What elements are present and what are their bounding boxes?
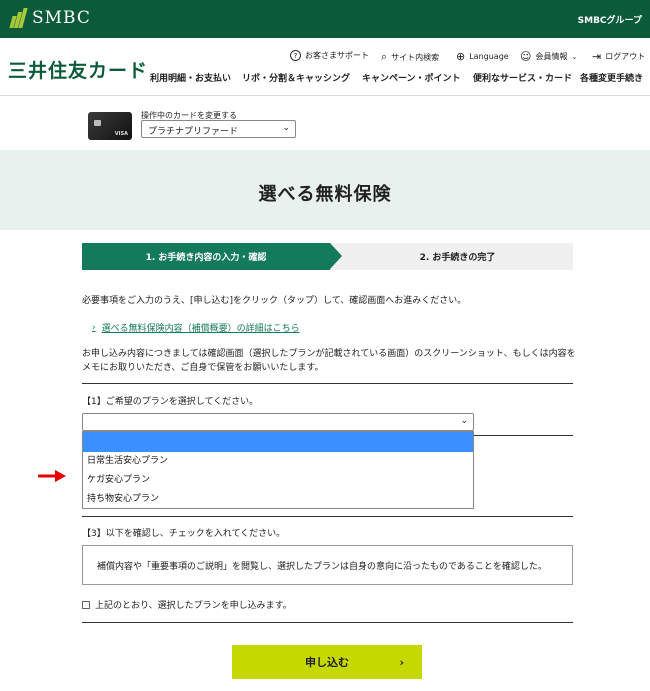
submit-button[interactable]: 申し込む › bbox=[232, 645, 422, 679]
intro-instruction: 必要事項をご入力のうえ、[申し込む]をクリック（タップ）して、確認画面へお進みく… bbox=[82, 296, 467, 306]
language-label: Language bbox=[469, 52, 509, 61]
card-select[interactable]: プラチナプリファード ⌄ bbox=[141, 120, 296, 138]
user-icon: ☺ bbox=[520, 50, 532, 63]
nav-revolving[interactable]: リボ・分割＆キャッシング bbox=[242, 71, 350, 84]
smbc-logo-text: SMBC bbox=[32, 8, 91, 28]
confirmation-box: 補償内容や「重要事項のご説明」を閲覧し、選択したプランは自身の意向に沿ったもので… bbox=[82, 545, 573, 585]
red-arrow-icon bbox=[38, 470, 66, 482]
step-1-active: 1. お手続き内容の入力・確認 bbox=[82, 243, 330, 270]
card-select-value: プラチナプリファード bbox=[148, 127, 239, 137]
section3-label: 【3】以下を確認し、チェックを入れてください。 bbox=[82, 529, 286, 539]
member-info-link[interactable]: ☺ 会員情報 ⌄ bbox=[520, 50, 577, 63]
step-arrow-icon bbox=[330, 243, 342, 269]
step-2: 2. お手続きの完了 bbox=[419, 253, 496, 263]
progress-steps: 1. お手続き内容の入力・確認 2. お手続きの完了 bbox=[82, 243, 573, 270]
smbc-topbar: SMBC SMBCグループ bbox=[0, 0, 650, 38]
nav-services[interactable]: 便利なサービス・カード bbox=[473, 71, 572, 84]
search-icon: ⌕ bbox=[381, 50, 388, 63]
chevron-right-icon: › bbox=[399, 655, 404, 669]
chevron-down-icon: ⌄ bbox=[571, 52, 578, 61]
agree-checkbox[interactable] bbox=[82, 601, 90, 609]
plan-option-injury[interactable]: ケガ安心プラン bbox=[83, 471, 473, 490]
smbc-logo[interactable]: SMBC bbox=[9, 8, 91, 28]
card-brand-label: VISA bbox=[114, 131, 128, 137]
question-icon: ? bbox=[290, 50, 301, 61]
smbc-group-link[interactable]: SMBCグループ bbox=[578, 13, 642, 26]
submit-label: 申し込む bbox=[305, 656, 349, 669]
divider bbox=[82, 622, 573, 623]
coverage-details-label: 選べる無料保険内容（補償概要）の詳細はこちら bbox=[101, 324, 300, 334]
support-link[interactable]: ? お客さまサポート bbox=[290, 50, 369, 61]
plan-select[interactable]: ⌄ bbox=[82, 413, 474, 431]
section1-label: 【1】ご希望のプランを選択してください。 bbox=[82, 397, 259, 407]
nav-campaign[interactable]: キャンペーン・ポイント bbox=[362, 71, 461, 84]
site-header: 三井住友カード ? お客さまサポート ⌕ サイト内検索 ⊕ Language ☺… bbox=[0, 38, 650, 96]
language-link[interactable]: ⊕ Language bbox=[456, 50, 509, 63]
plan-option-empty[interactable] bbox=[83, 432, 473, 452]
globe-icon: ⊕ bbox=[456, 50, 466, 63]
coverage-details-link[interactable]: › 選べる無料保険内容（補償概要）の詳細はこちら bbox=[92, 321, 300, 335]
chevron-down-icon: ⌄ bbox=[282, 123, 290, 133]
brand-logo[interactable]: 三井住友カード bbox=[8, 56, 148, 83]
page-title: 選べる無料保険 bbox=[258, 184, 392, 205]
divider bbox=[82, 383, 573, 384]
card-image: VISA bbox=[88, 112, 132, 140]
divider bbox=[82, 516, 573, 517]
plan-option-belongings[interactable]: 持ち物安心プラン bbox=[83, 490, 473, 509]
support-label: お客さまサポート bbox=[305, 51, 369, 60]
nav-procedures[interactable]: 各種変更手続き bbox=[580, 71, 643, 84]
logout-label: ログアウト bbox=[605, 52, 646, 61]
title-band: 選べる無料保険 bbox=[0, 150, 650, 230]
plan-option-daily-life[interactable]: 日常生活安心プラン bbox=[83, 452, 473, 471]
chevron-down-icon: ⌄ bbox=[460, 416, 468, 426]
plan-dropdown-list: 日常生活安心プラン ケガ安心プラン 持ち物安心プラン bbox=[82, 431, 474, 509]
save-note-line2: メモにお取りいただき、ご自身で保管をお願いいたします。 bbox=[82, 363, 324, 373]
site-search-link[interactable]: ⌕ サイト内検索 bbox=[381, 50, 439, 64]
save-note-line1: お申し込み内容につきましては確認画面（選択したプランが記載されている画面）のスク… bbox=[82, 349, 576, 359]
search-label: サイト内検索 bbox=[391, 52, 440, 62]
logout-link[interactable]: ⇥ ログアウト bbox=[592, 50, 645, 63]
smbc-leaf-icon bbox=[9, 8, 28, 28]
agree-checkbox-label[interactable]: 上記のとおり、選択したプランを申し込みます。 bbox=[95, 598, 292, 611]
nav-statement[interactable]: 利用明細・お支払い bbox=[150, 71, 231, 84]
confirmation-text: 補償内容や「重要事項のご説明」を閲覧し、選択したプランは自身の意向に沿ったもので… bbox=[97, 561, 547, 572]
chevron-right-icon: › bbox=[92, 322, 96, 333]
logout-icon: ⇥ bbox=[592, 50, 602, 63]
member-info-label: 会員情報 bbox=[535, 52, 568, 61]
